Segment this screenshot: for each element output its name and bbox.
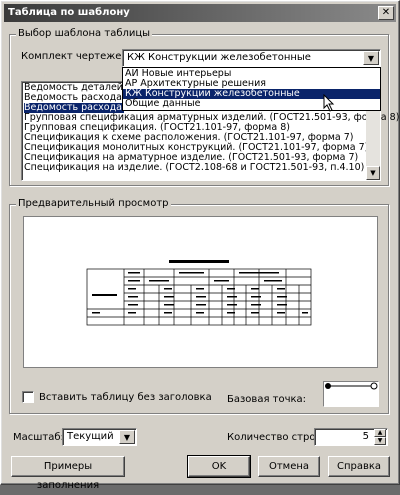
base-point-label: Базовая точка: [227, 394, 307, 405]
set-combobox-value: КЖ Конструкции железобетонные [127, 52, 311, 63]
set-dropdown-list[interactable]: АИ Новые интерьеры АР Архитектурные реше… [122, 67, 381, 111]
set-combobox[interactable]: КЖ Конструкции железобетонные ▼ [122, 49, 381, 67]
dialog-window: Таблица по шаблону ✕ Выбор шаблона табли… [0, 0, 400, 491]
scroll-down-icon[interactable]: ▼ [366, 166, 380, 180]
base-point-selector[interactable] [323, 381, 379, 407]
rows-spinner[interactable]: 5 ▲ ▼ [314, 428, 388, 446]
cancel-button[interactable]: Отмена [258, 456, 320, 477]
insert-without-header-checkbox[interactable] [22, 391, 34, 403]
set-label: Комплект чертежей: [21, 51, 132, 62]
table-preview-icon [86, 260, 312, 326]
rows-label: Количество строк: [227, 432, 325, 443]
mouse-cursor-icon [323, 94, 335, 112]
close-icon[interactable]: ✕ [378, 6, 394, 20]
window-title: Таблица по шаблону [8, 7, 130, 18]
chevron-down-icon[interactable]: ▼ [119, 430, 135, 444]
examples-button[interactable]: Примеры заполнения [11, 456, 125, 491]
rows-value: 5 [362, 431, 369, 442]
dropdown-option[interactable]: Общие данные [123, 99, 380, 109]
template-group-legend: Выбор шаблона таблицы [16, 28, 153, 39]
base-point-icon [325, 382, 378, 390]
list-item[interactable]: Спецификация на изделие. (ГОСТ2.108-68 и… [24, 163, 364, 173]
preview-group-legend: Предварительный просмотр [16, 198, 171, 209]
chevron-down-icon[interactable]: ▼ [363, 51, 379, 65]
spin-up-icon[interactable]: ▲ [374, 429, 386, 437]
help-button[interactable]: Справка [328, 456, 390, 477]
preview-canvas [23, 216, 378, 368]
title-bar: Таблица по шаблону ✕ [4, 4, 396, 22]
spin-down-icon[interactable]: ▼ [374, 437, 386, 445]
insert-without-header-label: Вставить таблицу без заголовка [39, 392, 212, 403]
ok-button[interactable]: OK [187, 455, 251, 478]
scale-combobox[interactable]: Текущий ▼ [62, 428, 137, 446]
scale-label: Масштаб: [13, 432, 64, 443]
scale-combobox-value: Текущий [67, 431, 114, 442]
